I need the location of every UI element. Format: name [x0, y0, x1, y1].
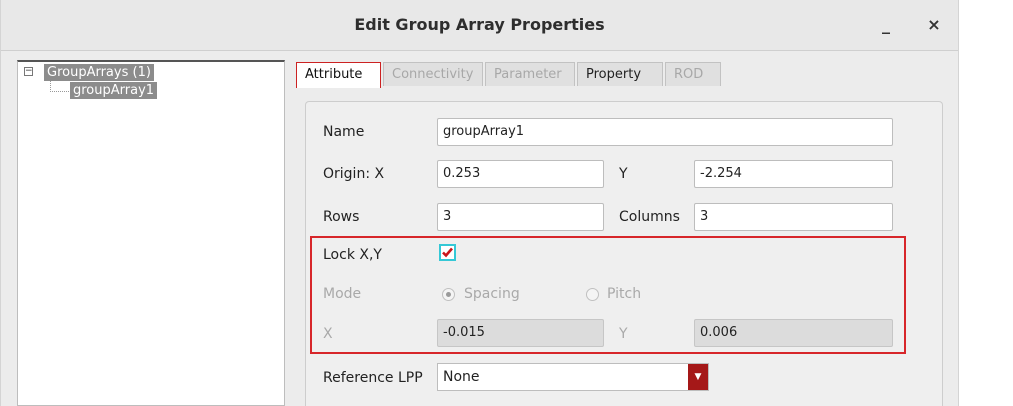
radio-selected-dot — [446, 292, 451, 297]
checkmark-icon — [442, 247, 453, 258]
reference-lpp-label: Reference LPP — [323, 370, 423, 386]
spacing-radio[interactable] — [442, 288, 455, 301]
mode-label: Mode — [323, 286, 362, 302]
reference-lpp-value: None — [443, 369, 480, 385]
tree-item-group-array1[interactable]: groupArray1 — [70, 82, 158, 99]
spacing-radio-label[interactable]: Spacing — [464, 286, 520, 302]
rows-field[interactable]: 3 — [437, 203, 604, 231]
tab-property[interactable]: Property — [577, 62, 663, 86]
origin-y-field[interactable]: -2.254 — [694, 160, 893, 188]
collapse-icon[interactable]: − — [24, 67, 33, 76]
y-field[interactable]: 0.006 — [694, 319, 893, 347]
tree-connector — [50, 81, 69, 92]
minimize-button[interactable]: _ — [873, 12, 899, 38]
name-field[interactable]: groupArray1 — [437, 118, 893, 146]
pitch-radio-label[interactable]: Pitch — [607, 286, 641, 302]
window-title: Edit Group Array Properties — [354, 15, 605, 34]
origin-y-label: Y — [619, 166, 628, 182]
lock-xy-checkbox[interactable] — [439, 244, 456, 261]
title-bar[interactable]: Edit Group Array Properties _ × — [1, 0, 958, 51]
tab-connectivity[interactable]: Connectivity — [383, 62, 483, 86]
tab-attribute[interactable]: Attribute — [296, 62, 381, 88]
name-label: Name — [323, 124, 365, 140]
x-label: X — [323, 326, 333, 342]
tab-parameter[interactable]: Parameter — [485, 62, 575, 86]
columns-field[interactable]: 3 — [694, 203, 893, 231]
pitch-radio[interactable] — [586, 288, 599, 301]
x-field[interactable]: -0.015 — [437, 319, 604, 347]
reference-lpp-select[interactable]: None ▼ — [437, 363, 709, 391]
y-label: Y — [619, 326, 628, 342]
dropdown-arrow-icon[interactable]: ▼ — [688, 364, 708, 390]
group-array-tree[interactable]: − GroupArrays (1) groupArray1 — [17, 60, 285, 406]
tab-rod[interactable]: ROD — [665, 62, 721, 86]
lock-xy-label: Lock X,Y — [323, 247, 382, 263]
close-button[interactable]: × — [921, 12, 947, 38]
tree-item-group-arrays[interactable]: GroupArrays (1) — [44, 64, 154, 81]
origin-x-label: Origin: X — [323, 166, 385, 182]
columns-label: Columns — [619, 209, 680, 225]
origin-x-field[interactable]: 0.253 — [437, 160, 604, 188]
dialog-window: Edit Group Array Properties _ × − GroupA… — [0, 0, 959, 406]
rows-label: Rows — [323, 209, 360, 225]
